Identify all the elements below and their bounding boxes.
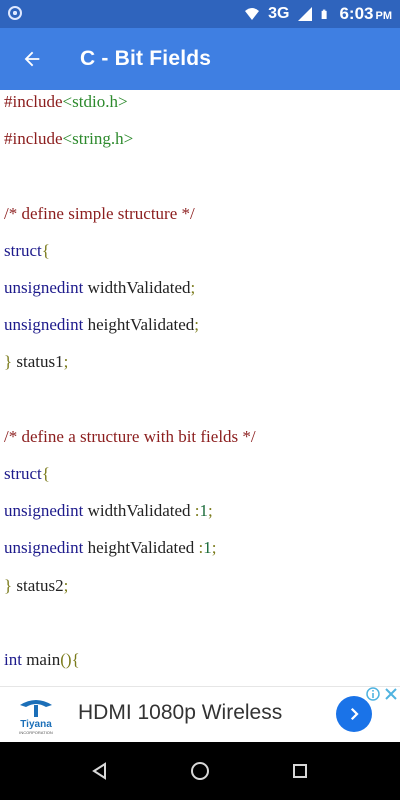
code-viewer[interactable]: #include<stdio.h> #include<string.h>/* de… <box>0 90 400 686</box>
code-token: (){ <box>60 650 80 669</box>
code-token: ; <box>208 501 213 521</box>
nav-recents-button[interactable] <box>288 759 312 783</box>
code-token: ; <box>194 315 200 335</box>
code-line: struct{ <box>4 462 50 486</box>
code-token: <string.h> <box>62 129 134 149</box>
code-token: struct <box>4 240 42 260</box>
code-token: 1 <box>199 501 209 521</box>
code-line: unsignedint heightValidated; <box>4 313 199 337</box>
arrow-back-icon <box>24 51 40 67</box>
nav-back-icon <box>92 762 106 780</box>
code-token: #include <box>4 129 63 149</box>
code-token: /* define a structure with bit fields */ <box>4 426 256 446</box>
battery-icon <box>322 9 328 19</box>
code-token: { <box>41 464 50 483</box>
code-line: struct{ <box>4 239 50 263</box>
code-line: } status2; <box>4 574 68 598</box>
code-token: /* define simple structure */ <box>4 203 195 223</box>
nav-back-button[interactable] <box>88 759 112 783</box>
code-token: <stdio.h> <box>62 92 128 111</box>
tiyana-logo: Tiyana INCORPORATION <box>19 700 53 735</box>
code-token: widthValidated <box>83 501 195 521</box>
code-token: status2 <box>12 575 64 595</box>
code-token: heightValidated <box>83 315 195 335</box>
ad-headline[interactable]: HDMI 1080p Wireless <box>78 701 282 725</box>
nav-home-icon <box>191 762 209 780</box>
ad-brand: Tiyana <box>20 719 52 730</box>
code-token: } <box>4 352 13 372</box>
ad-open-button[interactable] <box>336 696 372 732</box>
signal-icon <box>298 7 313 21</box>
nav-home-button[interactable] <box>188 759 212 783</box>
code-token: heightValidated <box>83 538 199 558</box>
code-token: ; <box>63 575 69 595</box>
code-token: unsignedint <box>4 501 84 521</box>
clock-time: 6:03 <box>339 4 374 23</box>
code-line: #include<string.h> <box>4 127 133 151</box>
code-token: ; <box>190 278 196 297</box>
back-button[interactable] <box>10 37 54 81</box>
wifi-icon <box>245 8 260 20</box>
status-icons: 3G 6:03 PM <box>244 4 392 24</box>
system-nav-bar <box>0 742 400 800</box>
code-token: { <box>41 240 50 260</box>
code-token: widthValidated <box>83 278 191 297</box>
chevron-right-icon <box>350 707 359 721</box>
code-token: struct <box>4 464 42 483</box>
code-token: } <box>4 575 13 595</box>
code-token: status1 <box>12 352 64 372</box>
code-line: #include<stdio.h> <box>4 90 128 114</box>
code-token: ; <box>211 538 217 558</box>
clock: 6:03 PM <box>339 4 392 24</box>
code-token: 1 <box>203 538 212 558</box>
code-token: unsignedint <box>4 315 84 335</box>
network-type: 3G <box>268 5 290 22</box>
clock-ampm: PM <box>375 10 393 22</box>
code-line: /* define a structure with bit fields */ <box>4 425 256 449</box>
ad-info-icon[interactable] <box>366 687 380 701</box>
close-icon[interactable] <box>384 687 398 701</box>
code-token: #include <box>4 92 63 111</box>
code-token: unsignedint <box>4 278 84 297</box>
app-bar: C - Bit Fields <box>0 28 400 90</box>
ad-brand-sub: INCORPORATION <box>19 730 53 735</box>
code-line: int main(){ <box>4 648 80 672</box>
code-token: ; <box>63 352 69 372</box>
nav-recents-icon <box>293 764 307 778</box>
status-bar: 3G 6:03 PM <box>0 0 400 28</box>
code-line: } status1; <box>4 350 68 374</box>
code-line: unsignedint widthValidated; <box>4 276 195 300</box>
code-line: unsignedint widthValidated :1; <box>4 499 213 523</box>
code-token: unsignedint <box>4 538 84 558</box>
settings-dot-icon <box>8 6 22 20</box>
code-token: int <box>4 650 22 669</box>
page-title: C - Bit Fields <box>80 47 212 70</box>
code-token: main <box>21 650 61 669</box>
code-line: /* define simple structure */ <box>4 202 195 226</box>
code-line: unsignedint heightValidated :1; <box>4 536 217 560</box>
